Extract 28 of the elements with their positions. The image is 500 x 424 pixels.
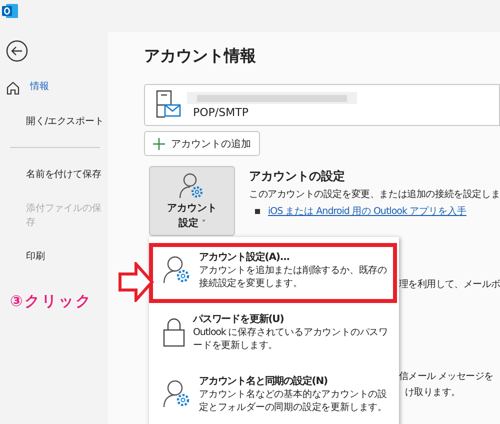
body-text: け取ります。 (405, 386, 460, 399)
app-link[interactable]: iOS または Android 用の Outlook アプリを入手 (268, 205, 466, 218)
person-gear-icon (163, 255, 191, 285)
body-text: 信メール メッセージを (399, 370, 494, 383)
add-account-button[interactable]: アカウントの追加 (144, 131, 260, 156)
annotation-label: ③クリック (10, 292, 93, 311)
account-card[interactable]: POP/SMTP (144, 84, 500, 126)
menu-item[interactable]: アカウント設定(A)... アカウントを追加または削除するか、既存の接続設定を変更します。 (149, 243, 397, 303)
lock-icon (163, 317, 185, 347)
sidebar-item[interactable]: 開く/エクスポート (4, 115, 108, 129)
sidebar-item[interactable]: 名前を付けて保存 (4, 168, 108, 182)
body-text: 理を利用して、メールボ (399, 278, 500, 291)
home-icon (6, 81, 20, 95)
section-heading: アカウントの設定 (249, 168, 346, 185)
sidebar-item[interactable]: 情報 (4, 80, 108, 95)
menu-item[interactable]: アカウント名と同期の設定(N) アカウント名などの基本的なアカウントの設定とフォルダーの同期の設定を更新します。 (149, 367, 397, 424)
bullet-icon (255, 209, 260, 214)
person-gear-icon (163, 379, 191, 409)
account-type: POP/SMTP (192, 106, 250, 118)
menu-item[interactable]: パスワードを更新(U) Outlook に保存されているアカウントのパスワードを更新します。 (149, 305, 397, 365)
plus-icon (153, 138, 165, 150)
person-gear-icon (179, 172, 205, 200)
account-settings-button[interactable]: アカウント 設定 ˅ (149, 166, 235, 236)
page-title: アカウント情報 (144, 46, 257, 67)
back-icon[interactable] (6, 40, 28, 62)
sidebar-item[interactable]: 印刷 (4, 250, 108, 264)
mailbox-icon (155, 90, 181, 120)
section-description: このアカウントの設定を変更、または追加の接続を設定しま (249, 188, 500, 201)
